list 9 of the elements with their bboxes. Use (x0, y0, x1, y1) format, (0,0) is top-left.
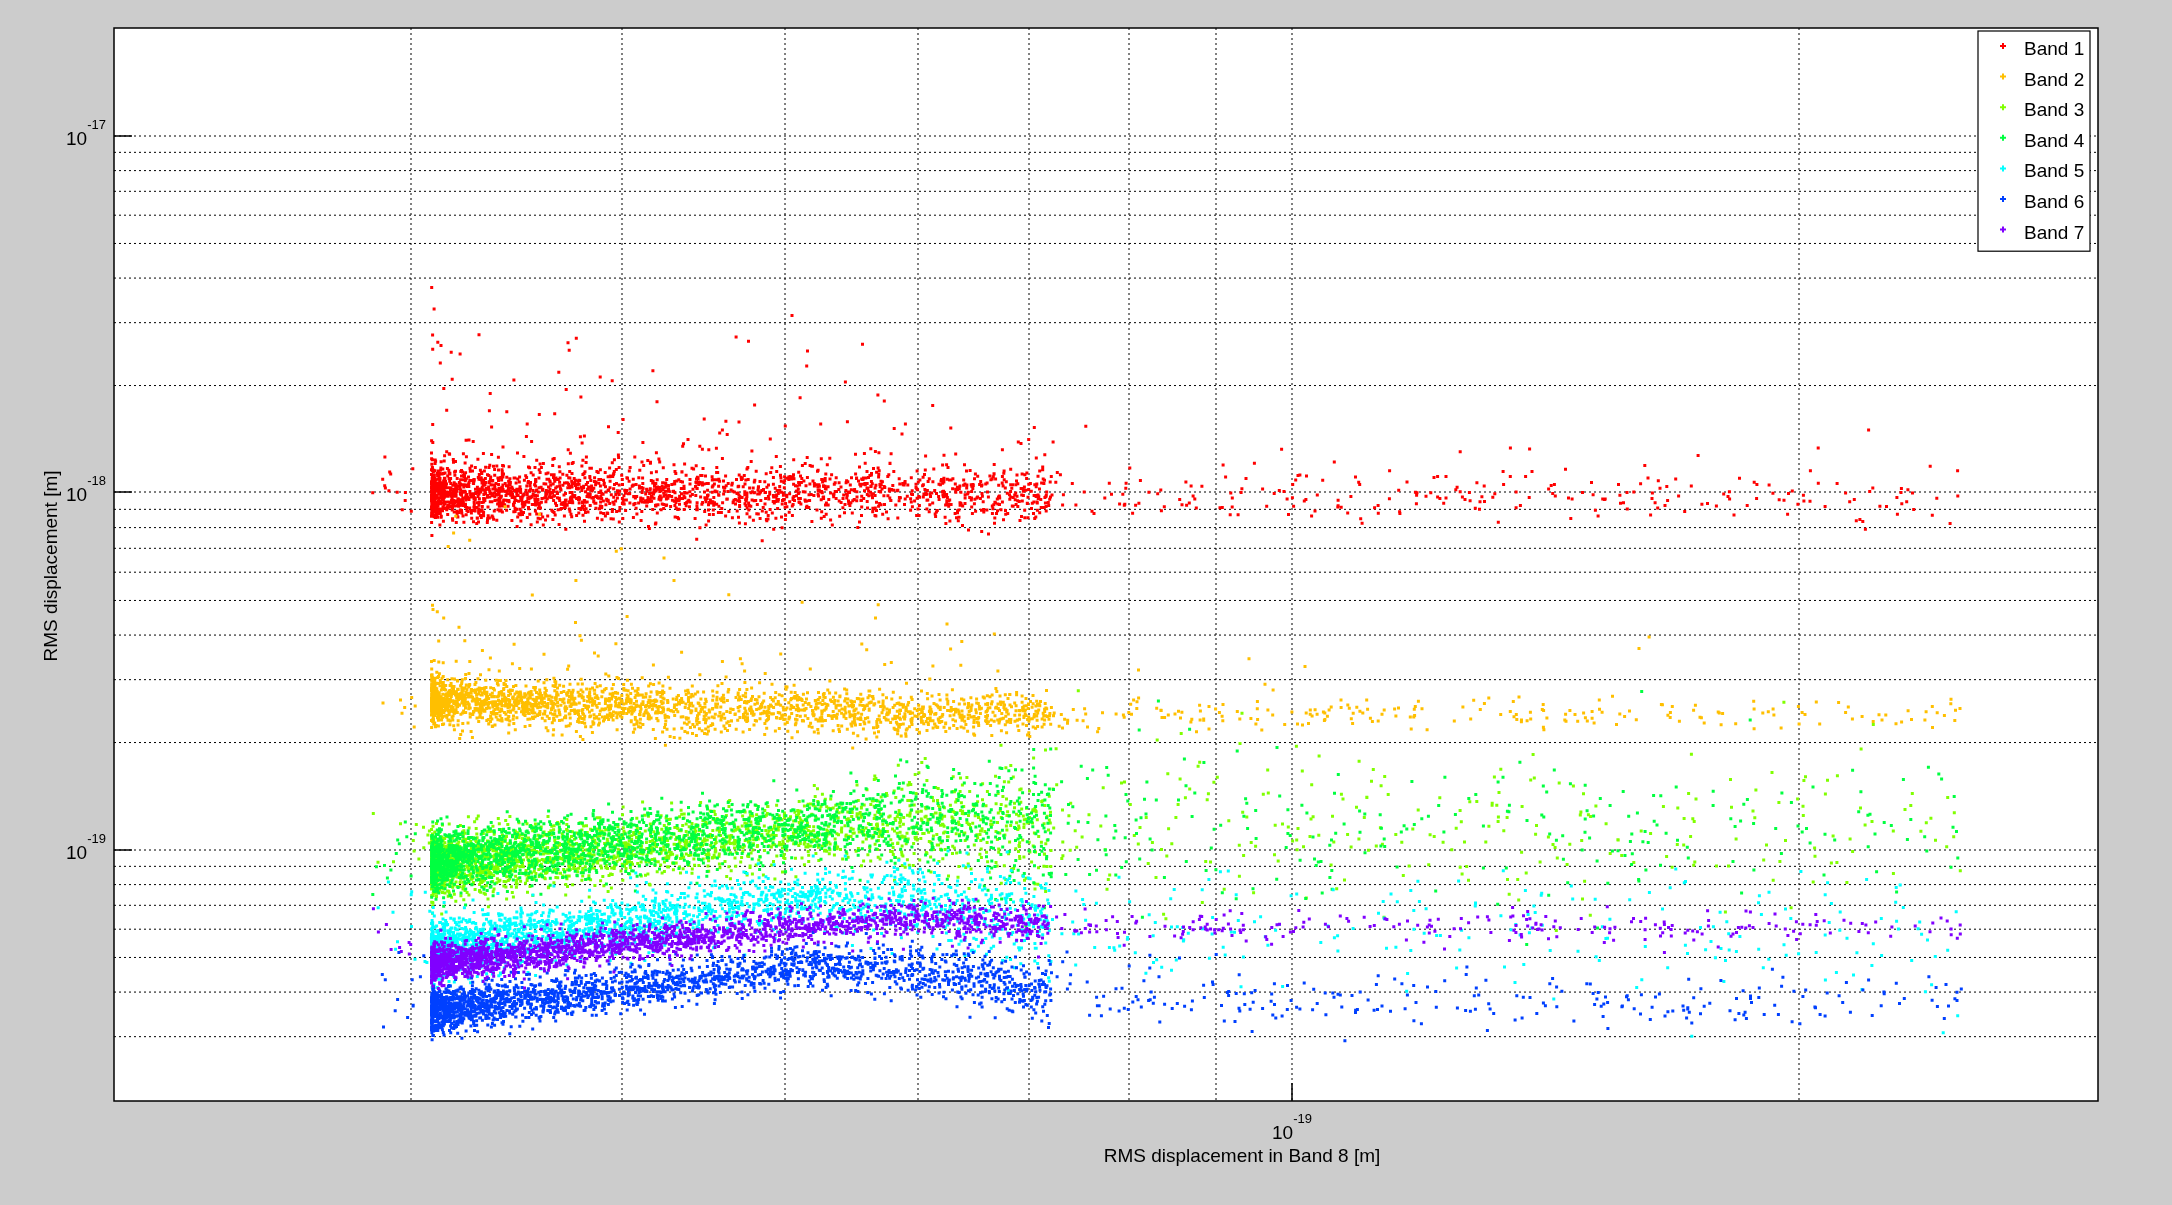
legend-label: Band 7 (2024, 221, 2085, 243)
y-axis-label: RMS displacement [m] (40, 470, 61, 662)
legend-label: Band 3 (2024, 99, 2085, 121)
legend-label: Band 4 (2024, 129, 2085, 151)
legend-label: Band 1 (2024, 38, 2085, 59)
x-axis-label: RMS displacement in Band 8 [m] (1103, 1145, 1381, 1166)
legend-label: Band 2 (2024, 68, 2085, 90)
legend-label: Band 5 (2024, 160, 2085, 182)
legend-label: Band 6 (2024, 191, 2085, 212)
